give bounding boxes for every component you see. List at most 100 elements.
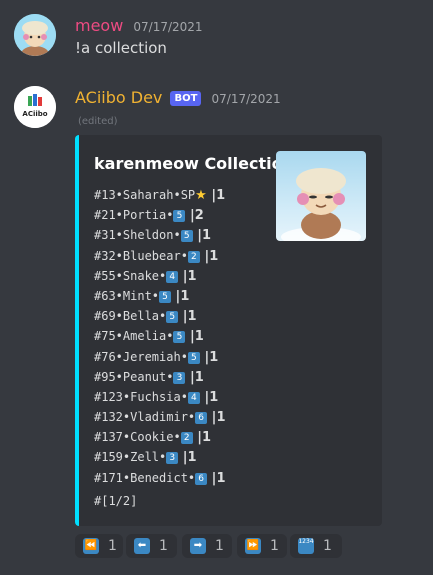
entry-text: #76•Jeremiah• bbox=[94, 349, 188, 364]
number-badge-icon: 2 bbox=[180, 432, 193, 445]
bot-avatar[interactable]: ACiibo bbox=[14, 86, 56, 128]
collection-embed: karenmeow Collection #13•Saharah•SP★ |1 #… bbox=[75, 135, 382, 526]
entry-count: 1 bbox=[187, 268, 197, 284]
first-page-icon: ⏪ bbox=[83, 538, 99, 554]
numbers-icon: 1234 bbox=[298, 538, 314, 554]
entry-count: 1 bbox=[194, 369, 204, 385]
collection-list: #13•Saharah•SP★ |1 #21•Portia• 5 |2 #31•She… bbox=[94, 185, 225, 488]
number-badge-icon: 3 bbox=[173, 371, 186, 384]
number-badge-icon: 5 bbox=[173, 210, 186, 223]
embed-thumbnail[interactable] bbox=[276, 151, 366, 241]
entry-text: #32•Bluebear• bbox=[94, 248, 188, 263]
embed-title: karenmeow Collection bbox=[94, 154, 294, 173]
entry-text: #159•Zell• bbox=[94, 450, 167, 465]
timestamp: 07/17/2021 bbox=[211, 92, 281, 106]
entry-count: 1 bbox=[209, 248, 219, 264]
separator: | bbox=[185, 369, 195, 385]
collection-entry: #137•Cookie• 2 |1 bbox=[94, 427, 225, 447]
separator: | bbox=[178, 309, 188, 325]
entry-text: #171•Benedict• bbox=[94, 470, 196, 485]
separator: | bbox=[185, 329, 195, 345]
villager-avatar-icon bbox=[14, 14, 56, 56]
username-text[interactable]: meow bbox=[75, 16, 123, 35]
villager-thumbnail-icon bbox=[281, 168, 361, 241]
collection-entry: #171•Benedict• 6 |1 bbox=[94, 468, 225, 488]
reaction-count: 1 bbox=[215, 538, 224, 554]
separator: | bbox=[199, 349, 210, 365]
logo-text: ACiibo bbox=[22, 110, 48, 118]
entry-count: 1 bbox=[187, 309, 197, 325]
reaction-button[interactable]: ➡ 1 bbox=[182, 534, 232, 558]
username-aciibo-dev[interactable]: ACiibo Dev BOT 07/17/2021 bbox=[75, 88, 281, 107]
entry-count: 1 bbox=[180, 288, 190, 304]
separator: | bbox=[178, 268, 188, 284]
entry-count: 1 bbox=[201, 228, 212, 244]
collection-entry: #76•Jeremiah• 5 |1 bbox=[94, 347, 225, 367]
number-badge-icon: 5 bbox=[173, 331, 186, 344]
reaction-button[interactable]: 1234 1 bbox=[290, 534, 342, 558]
collection-entry: #32•Bluebear• 2 |1 bbox=[94, 246, 225, 266]
separator: | bbox=[206, 188, 217, 203]
entry-text: #95•Peanut• bbox=[94, 369, 174, 384]
entry-text: #123•Fuchsia• bbox=[94, 389, 188, 404]
entry-text: #55•Snake• bbox=[94, 268, 167, 283]
collection-entry: #132•Vladimir• 6 |1 bbox=[94, 407, 225, 427]
separator: | bbox=[171, 288, 181, 304]
separator: | bbox=[192, 228, 202, 244]
entry-count: 1 bbox=[209, 389, 219, 405]
next-page-icon: ➡ bbox=[190, 538, 206, 554]
star-icon: ★ bbox=[195, 188, 207, 203]
number-badge-icon: 2 bbox=[187, 250, 200, 263]
entry-count: 2 bbox=[194, 208, 204, 224]
reaction-button[interactable]: ⏪ 1 bbox=[75, 534, 123, 558]
collection-entry: #95•Peanut• 3 |1 bbox=[94, 367, 225, 387]
message-content: !a collection bbox=[75, 39, 167, 57]
number-badge-icon: 6 bbox=[195, 412, 208, 425]
entry-count: 1 bbox=[216, 470, 226, 486]
collection-entry: #123•Fuchsia• 4 |1 bbox=[94, 387, 225, 407]
timestamp: 07/17/2021 bbox=[133, 20, 203, 34]
entry-text: #137•Cookie• bbox=[94, 430, 181, 445]
reaction-count: 1 bbox=[108, 538, 117, 554]
separator: | bbox=[178, 450, 188, 466]
number-badge-icon: 5 bbox=[166, 311, 179, 324]
entry-text: #21•Portia• bbox=[94, 208, 174, 223]
collection-entry: #159•Zell• 3 |1 bbox=[94, 447, 225, 467]
entry-count: 1 bbox=[216, 188, 226, 203]
entry-count: 1 bbox=[201, 430, 212, 446]
collection-entry: #31•Sheldon• 5 |1 bbox=[94, 225, 225, 245]
page-indicator: #[1/2] bbox=[94, 494, 138, 508]
number-badge-icon: 5 bbox=[187, 351, 200, 364]
collection-entry: #21•Portia• 5 |2 bbox=[94, 205, 225, 225]
prev-page-icon: ⬅ bbox=[134, 538, 150, 554]
reaction-count: 1 bbox=[323, 538, 332, 554]
username-meow[interactable]: meow 07/17/2021 bbox=[75, 16, 203, 35]
user-avatar[interactable] bbox=[14, 14, 56, 56]
entry-count: 1 bbox=[216, 410, 226, 426]
number-badge-icon: 4 bbox=[166, 270, 179, 283]
aciibo-logo-icon bbox=[14, 86, 56, 128]
entry-text: #75•Amelia• bbox=[94, 329, 174, 344]
bot-badge: BOT bbox=[170, 91, 202, 106]
entry-text: #69•Bella• bbox=[94, 309, 167, 324]
entry-count: 1 bbox=[209, 349, 219, 365]
entry-text: #63•Mint• bbox=[94, 288, 160, 303]
collection-entry: #69•Bella• 5 |1 bbox=[94, 306, 225, 326]
separator: | bbox=[199, 389, 210, 405]
collection-entry: #13•Saharah•SP★ |1 bbox=[94, 185, 225, 205]
reaction-button[interactable]: ⏩ 1 bbox=[237, 534, 287, 558]
number-badge-icon: 5 bbox=[159, 290, 172, 303]
number-badge-icon: 4 bbox=[187, 391, 200, 404]
number-badge-icon: 5 bbox=[180, 230, 193, 243]
number-badge-icon: 3 bbox=[166, 452, 179, 465]
entry-text: #132•Vladimir• bbox=[94, 410, 196, 425]
entry-text: #13•Saharah•SP bbox=[94, 188, 196, 202]
reaction-count: 1 bbox=[159, 538, 168, 554]
entry-text: #31•Sheldon• bbox=[94, 228, 181, 243]
reaction-button[interactable]: ⬅ 1 bbox=[126, 534, 177, 558]
separator: | bbox=[192, 430, 202, 446]
entry-count: 1 bbox=[187, 450, 197, 466]
username-text[interactable]: ACiibo Dev bbox=[75, 88, 162, 107]
separator: | bbox=[185, 208, 195, 224]
entry-count: 1 bbox=[194, 329, 204, 345]
